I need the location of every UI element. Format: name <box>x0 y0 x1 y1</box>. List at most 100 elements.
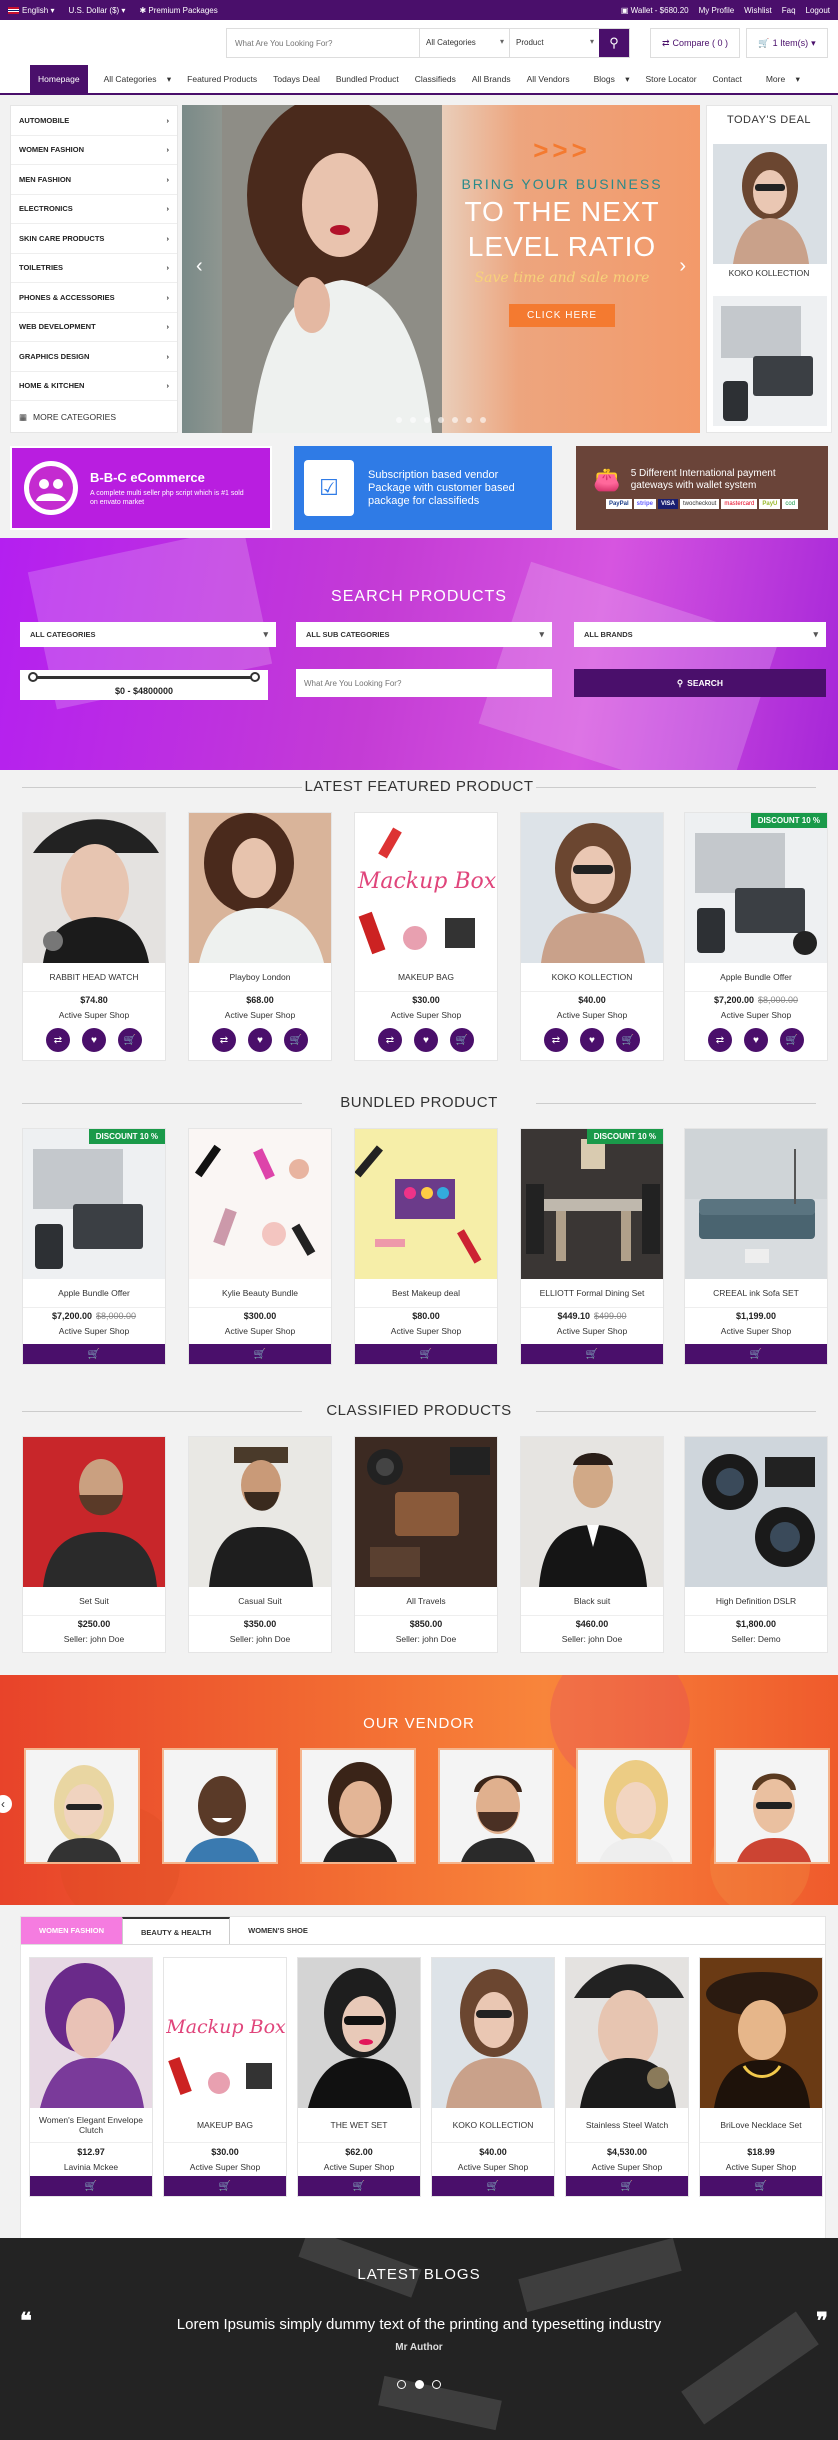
slide-dot[interactable] <box>396 417 402 423</box>
vendor-avatar[interactable] <box>300 1748 416 1864</box>
cart-icon[interactable]: 🛒 <box>780 1028 804 1052</box>
product-seller[interactable]: Seller: john Doe <box>23 1632 165 1652</box>
nav-homepage[interactable]: Homepage <box>30 65 88 93</box>
nav-more[interactable]: More ▾ <box>750 65 808 93</box>
all-brands-select[interactable]: ALL BRANDS <box>574 622 826 647</box>
product-image[interactable] <box>23 1437 165 1587</box>
product-image[interactable] <box>521 1129 663 1279</box>
blog-dot-active[interactable] <box>414 2380 424 2389</box>
tab-product-card[interactable]: KOKO KOLLECTION $40.00 Active Super Shop… <box>431 1957 555 2197</box>
cart-icon[interactable]: 🛒 <box>450 1028 474 1052</box>
category-item[interactable]: GRAPHICS DESIGN › <box>11 342 177 372</box>
wishlist-link[interactable]: Wishlist <box>744 6 772 15</box>
product-image[interactable] <box>298 1958 420 2108</box>
product-image[interactable] <box>685 1129 827 1279</box>
product-image[interactable]: Mackup Box <box>355 813 497 963</box>
tab-beauty-health[interactable]: BEAUTY & HEALTH <box>122 1917 231 1944</box>
category-select[interactable]: All Categories <box>419 29 509 57</box>
vendor-avatar[interactable] <box>576 1748 692 1864</box>
tab-product-card[interactable]: Women's Elegant Envelope Clutch $12.97 L… <box>29 1957 153 2197</box>
my-profile-link[interactable]: My Profile <box>699 6 735 15</box>
nav-all-brands[interactable]: All Brands <box>464 65 519 93</box>
product-image[interactable] <box>23 1129 165 1279</box>
product-shop[interactable]: Active Super Shop <box>189 1324 331 1340</box>
product-image[interactable] <box>521 813 663 963</box>
tab-womens-shoe[interactable]: WOMEN'S SHOE <box>230 1917 326 1944</box>
todays-deal-item-name[interactable]: KOKO KOLLECTION <box>707 268 831 278</box>
slide-dot[interactable] <box>466 417 472 423</box>
wallet-link[interactable]: ▣ Wallet - $680.20 <box>621 6 689 15</box>
heart-icon[interactable]: ♥ <box>744 1028 768 1052</box>
product-name[interactable]: THE WET SET <box>298 2108 420 2142</box>
product-name[interactable]: Playboy London <box>189 963 331 991</box>
product-shop[interactable]: Active Super Shop <box>355 1008 497 1024</box>
product-name[interactable]: KOKO KOLLECTION <box>521 963 663 991</box>
hero-prev-arrow[interactable]: ‹ <box>196 255 203 278</box>
nav-todays-deal[interactable]: Todays Deal <box>265 65 328 93</box>
add-to-cart-button[interactable]: 🛒 <box>566 2176 688 2196</box>
heart-icon[interactable]: ♥ <box>82 1028 106 1052</box>
subscription-banner[interactable]: ☑ Subscription based vendor Package with… <box>294 446 552 530</box>
classified-card[interactable]: Set Suit $250.00 Seller: john Doe <box>22 1436 166 1653</box>
product-name[interactable]: ELLIOTT Formal Dining Set <box>521 1279 663 1307</box>
classified-card[interactable]: High Definition DSLR $1,800.00 Seller: D… <box>684 1436 828 1653</box>
vendor-avatar[interactable] <box>162 1748 278 1864</box>
add-to-cart-button[interactable]: 🛒 <box>685 1344 827 1364</box>
product-search-button[interactable]: ⚲ SEARCH <box>574 669 826 697</box>
premium-packages-link[interactable]: ✱ Premium Packages <box>139 6 217 15</box>
tab-product-card[interactable]: Stainless Steel Watch $4,530.00 Active S… <box>565 1957 689 2197</box>
product-image[interactable] <box>189 1129 331 1279</box>
product-shop[interactable]: Active Super Shop <box>566 2160 688 2176</box>
product-image[interactable] <box>521 1437 663 1587</box>
more-categories-link[interactable]: ▦ MORE CATEGORIES <box>11 401 177 433</box>
product-search-input[interactable] <box>296 669 552 697</box>
tab-product-card[interactable]: Mackup Box MAKEUP BAG $30.00 Active Supe… <box>163 1957 287 2197</box>
product-name[interactable]: Stainless Steel Watch <box>566 2108 688 2142</box>
tab-women-fashion[interactable]: WOMEN FASHION <box>21 1917 122 1944</box>
product-card[interactable]: Playboy London $68.00 Active Super Shop … <box>188 812 332 1061</box>
add-to-cart-button[interactable]: 🛒 <box>521 1344 663 1364</box>
nav-contact[interactable]: Contact <box>705 65 750 93</box>
category-item[interactable]: WOMEN FASHION › <box>11 136 177 165</box>
product-image[interactable] <box>355 1437 497 1587</box>
language-select[interactable]: English ▾ <box>8 6 55 15</box>
compare-button[interactable]: ⇄ Compare ( 0 ) <box>650 28 740 58</box>
product-shop[interactable]: Active Super Shop <box>685 1324 827 1340</box>
product-name[interactable]: Casual Suit <box>189 1587 331 1615</box>
tab-product-card[interactable]: THE WET SET $62.00 Active Super Shop 🛒 <box>297 1957 421 2197</box>
product-shop[interactable]: Active Super Shop <box>521 1324 663 1340</box>
product-name[interactable]: RABBIT HEAD WATCH <box>23 963 165 991</box>
product-name[interactable]: KOKO KOLLECTION <box>432 2108 554 2142</box>
type-select[interactable]: Product <box>509 29 599 57</box>
category-item[interactable]: MEN FASHION › <box>11 165 177 195</box>
add-to-cart-button[interactable]: 🛒 <box>432 2176 554 2196</box>
classified-card[interactable]: Casual Suit $350.00 Seller: john Doe <box>188 1436 332 1653</box>
category-item[interactable]: WEB DEVELOPMENT › <box>11 313 177 342</box>
product-shop[interactable]: Active Super Shop <box>164 2160 286 2176</box>
product-shop[interactable]: Active Super Shop <box>298 2160 420 2176</box>
product-name[interactable]: Best Makeup deal <box>355 1279 497 1307</box>
bbc-ecommerce-banner[interactable]: B-B-C eCommerce A complete multi seller … <box>10 446 272 530</box>
nav-bundled-product[interactable]: Bundled Product <box>328 65 407 93</box>
slide-dot[interactable] <box>452 417 458 423</box>
tab-product-card[interactable]: BriLove Necklace Set $18.99 Active Super… <box>699 1957 823 2197</box>
slide-dot[interactable] <box>480 417 486 423</box>
add-to-cart-button[interactable]: 🛒 <box>30 2176 152 2196</box>
product-name[interactable]: Women's Elegant Envelope Clutch <box>30 2108 152 2142</box>
cart-button[interactable]: 🛒 1 Item(s) ▾ <box>746 28 828 58</box>
all-sub-categories-select[interactable]: ALL SUB CATEGORIES <box>296 622 552 647</box>
add-to-cart-button[interactable]: 🛒 <box>298 2176 420 2196</box>
todays-deal-image-2[interactable] <box>713 296 827 426</box>
add-to-cart-button[interactable]: 🛒 <box>164 2176 286 2196</box>
product-image[interactable] <box>685 1437 827 1587</box>
cart-icon[interactable]: 🛒 <box>616 1028 640 1052</box>
product-image[interactable] <box>23 813 165 963</box>
product-shop[interactable]: Active Super Shop <box>521 1008 663 1024</box>
product-shop[interactable]: Active Super Shop <box>189 1008 331 1024</box>
add-to-cart-button[interactable]: 🛒 <box>189 1344 331 1364</box>
classified-card[interactable]: Black suit $460.00 Seller: john Doe <box>520 1436 664 1653</box>
product-shop[interactable]: Active Super Shop <box>23 1008 165 1024</box>
product-image[interactable] <box>189 813 331 963</box>
compare-icon[interactable]: ⇄ <box>544 1028 568 1052</box>
product-name[interactable]: Kylie Beauty Bundle <box>189 1279 331 1307</box>
